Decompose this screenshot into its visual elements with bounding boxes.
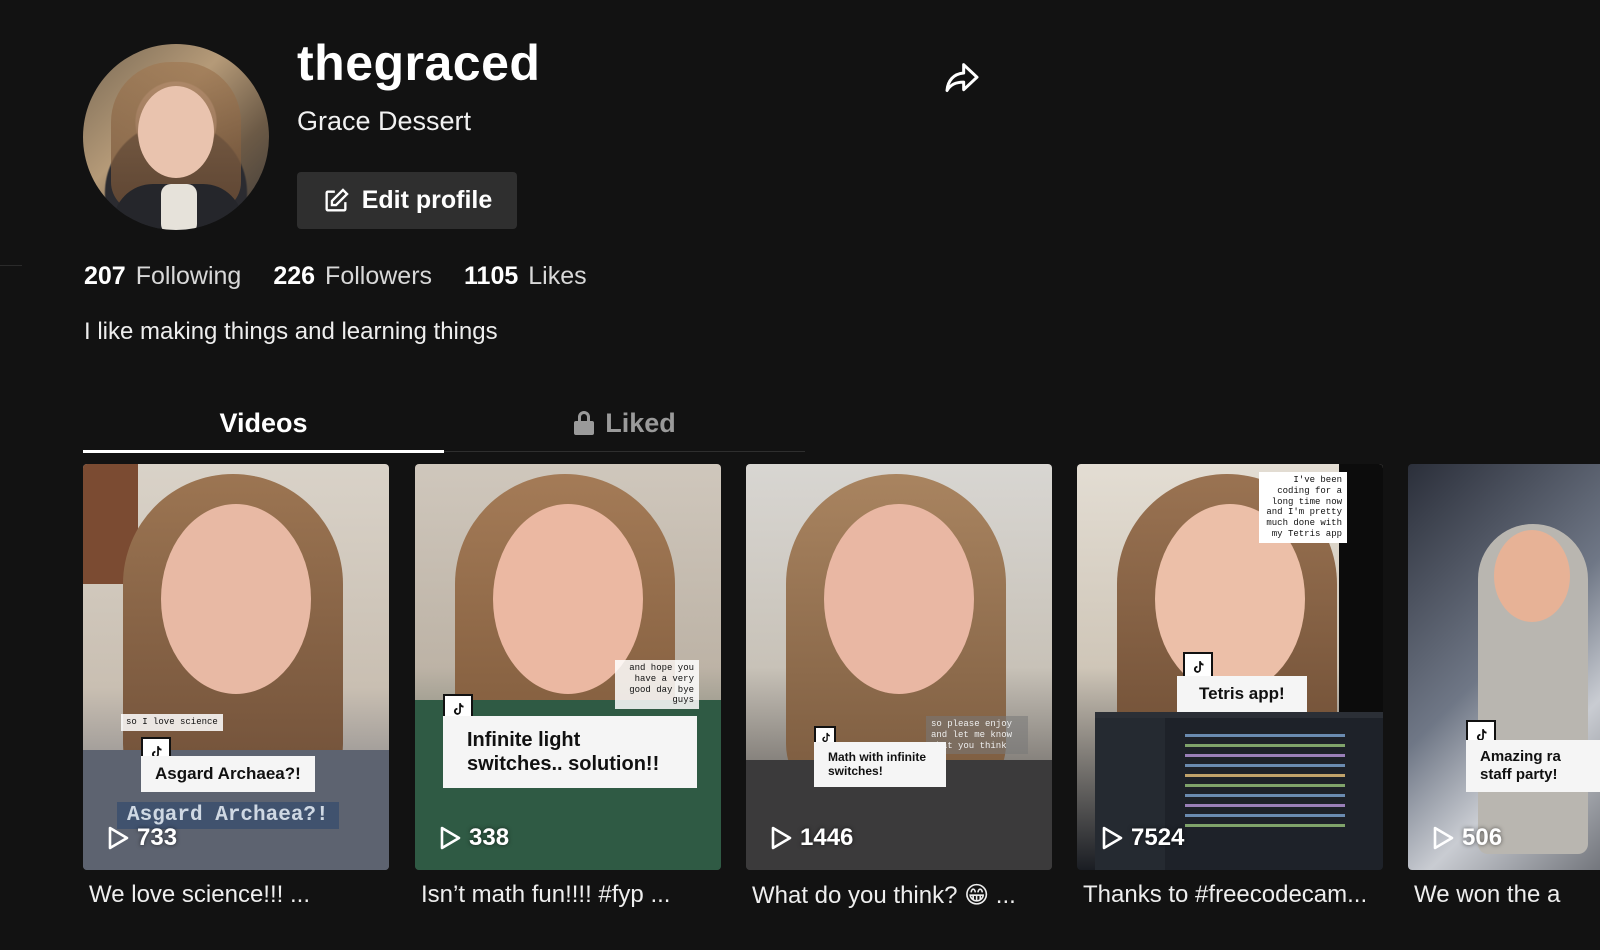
video-overlay-title: Math with infinite switches!: [814, 742, 946, 787]
video-overlay-title: Amazing ra staff party!: [1466, 740, 1600, 792]
view-count: 7524: [1101, 824, 1184, 852]
play-icon: [1102, 826, 1123, 850]
likes-count: 1105: [464, 262, 519, 290]
view-count: 733: [107, 824, 177, 852]
video-caption[interactable]: Thanks to #freecodecam...: [1077, 881, 1383, 909]
view-count-value: 1446: [800, 824, 854, 851]
view-count-value: 338: [469, 824, 510, 851]
followers-count: 226: [273, 262, 316, 290]
tab-videos[interactable]: Videos: [83, 395, 444, 453]
edit-icon: [325, 187, 349, 211]
video-subtitle-small: I've been coding for a long time now and…: [1259, 472, 1347, 543]
edit-profile-label: Edit profile: [361, 186, 493, 214]
video-thumbnail[interactable]: Amazing ra staff party! 506: [1408, 464, 1600, 870]
video-thumbnail[interactable]: so please enjoy and let me know what you…: [746, 464, 1052, 870]
video-card[interactable]: so please enjoy and let me know what you…: [746, 464, 1052, 910]
profile-stats: 207 Following 226 Followers 1105 Likes: [84, 262, 587, 291]
video-caption[interactable]: We won the a: [1408, 881, 1600, 909]
display-name: Grace Dessert: [297, 106, 472, 136]
play-icon: [771, 826, 792, 850]
video-caption[interactable]: Isn’t math fun!!!! #fyp ...: [415, 881, 721, 909]
video-card[interactable]: so I love science Asgard Archaea?! Asgar…: [83, 464, 389, 909]
video-caption[interactable]: What do you think? 😁 ...: [746, 881, 1052, 910]
edit-profile-button[interactable]: Edit profile: [297, 172, 517, 229]
profile-tabs: Videos Liked: [83, 395, 805, 453]
following-count: 207: [84, 262, 126, 290]
left-edge-divider: [0, 265, 22, 266]
video-overlay-title: Infinite light switches.. solution!!: [443, 716, 697, 788]
view-count-value: 506: [1462, 824, 1503, 851]
video-thumbnail[interactable]: so I love science Asgard Archaea?! Asgar…: [83, 464, 389, 870]
play-icon: [440, 826, 461, 850]
video-overlay-line-1: Amazing ra: [1480, 748, 1561, 765]
view-count-value: 733: [137, 824, 178, 851]
video-thumbnail[interactable]: I've been coding for a long time now and…: [1077, 464, 1383, 870]
view-count: 338: [439, 824, 509, 852]
share-icon[interactable]: [942, 58, 982, 98]
video-subtitle-small: and hope you have a very good day bye gu…: [615, 660, 699, 710]
video-overlay-line-2: switches.. solution!!: [467, 753, 660, 775]
stat-followers[interactable]: 226 Followers: [273, 262, 432, 291]
profile-bio: I like making things and learning things: [84, 318, 498, 345]
video-card[interactable]: Amazing ra staff party! 506 We won the a: [1408, 464, 1600, 909]
stat-likes: 1105 Likes: [464, 262, 587, 291]
video-subtitle-small: so I love science: [121, 714, 223, 731]
avatar[interactable]: [83, 44, 269, 230]
view-count: 506: [1432, 824, 1502, 852]
video-thumbnail[interactable]: and hope you have a very good day bye gu…: [415, 464, 721, 870]
video-overlay-line-1: Infinite light: [467, 729, 581, 751]
tab-videos-label: Videos: [219, 407, 308, 438]
lock-icon: [574, 411, 595, 435]
video-overlay-line-1: Math with infinite: [828, 750, 926, 764]
view-count-value: 7524: [1131, 824, 1185, 851]
followers-label: Followers: [325, 262, 433, 290]
username: thegraced: [297, 35, 541, 91]
video-overlay-title: Tetris app!: [1177, 676, 1307, 713]
video-card[interactable]: I've been coding for a long time now and…: [1077, 464, 1383, 909]
video-overlay-title: Asgard Archaea?!: [141, 756, 315, 793]
video-card[interactable]: and hope you have a very good day bye gu…: [415, 464, 721, 909]
tab-liked-label: Liked: [605, 407, 676, 438]
following-label: Following: [135, 262, 242, 290]
stat-following[interactable]: 207 Following: [84, 262, 241, 291]
view-count: 1446: [770, 824, 853, 852]
likes-label: Likes: [528, 262, 587, 290]
video-overlay-line-2: switches!: [828, 764, 883, 779]
tab-liked[interactable]: Liked: [444, 395, 805, 451]
video-grid: so I love science Asgard Archaea?! Asgar…: [83, 464, 1600, 934]
play-icon: [108, 826, 129, 850]
video-overlay-line-2: staff party!: [1480, 766, 1558, 783]
video-caption[interactable]: We love science!!! ...: [83, 881, 389, 909]
play-icon: [1433, 826, 1454, 850]
